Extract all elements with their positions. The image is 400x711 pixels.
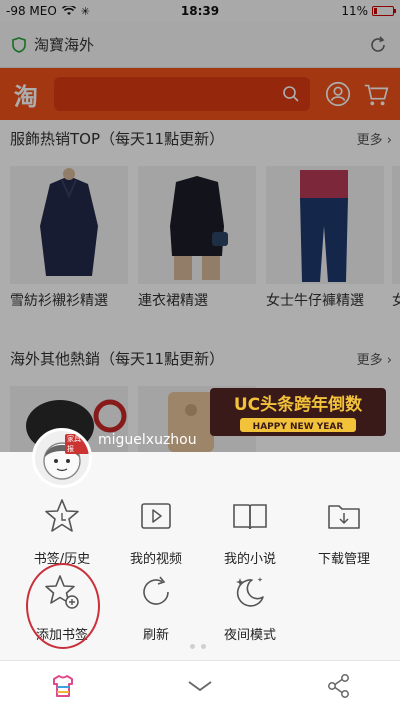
refresh-icon — [143, 576, 169, 605]
menu-label: 我的视频 — [129, 552, 182, 567]
page-indicator — [190, 644, 206, 649]
promo-banner[interactable]: UC头条跨年倒数 HAPPY NEW YEAR — [210, 388, 386, 436]
page-dot — [201, 644, 206, 649]
night-mode-icon — [236, 577, 264, 607]
video-icon — [141, 503, 171, 529]
my-videos-button[interactable]: 我的视频 — [106, 496, 206, 567]
star-icon — [45, 499, 79, 532]
menu-label: 刷新 — [142, 628, 169, 643]
bottom-toolbar — [0, 660, 400, 711]
avatar-badge: 家具报 — [65, 434, 89, 454]
menu-label: 下载管理 — [317, 552, 370, 567]
menu-label: 我的小说 — [223, 552, 276, 567]
dim-overlay[interactable] — [0, 0, 400, 452]
my-novels-button[interactable]: 我的小说 — [200, 496, 300, 567]
download-manager-button[interactable]: 下载管理 — [294, 496, 394, 567]
refresh-button[interactable]: 刷新 — [106, 572, 206, 643]
share-icon[interactable] — [326, 673, 352, 699]
book-icon — [233, 504, 267, 530]
username[interactable]: miguelxuzhou — [98, 432, 197, 448]
page-dot — [190, 644, 195, 649]
theme-icon[interactable] — [50, 673, 76, 699]
collapse-chevron-icon[interactable] — [187, 673, 213, 699]
promo-subtitle: HAPPY NEW YEAR — [253, 422, 344, 432]
bookmarks-history-button[interactable]: 书签/历史 — [12, 496, 112, 567]
promo-title: UC头条跨年倒数 — [234, 394, 363, 415]
menu-label: 夜间模式 — [223, 628, 276, 643]
highlight-annotation — [26, 563, 100, 649]
avatar[interactable]: 家具报 — [32, 428, 92, 488]
download-folder-icon — [328, 505, 360, 529]
night-mode-button[interactable]: 夜间模式 — [200, 572, 300, 643]
